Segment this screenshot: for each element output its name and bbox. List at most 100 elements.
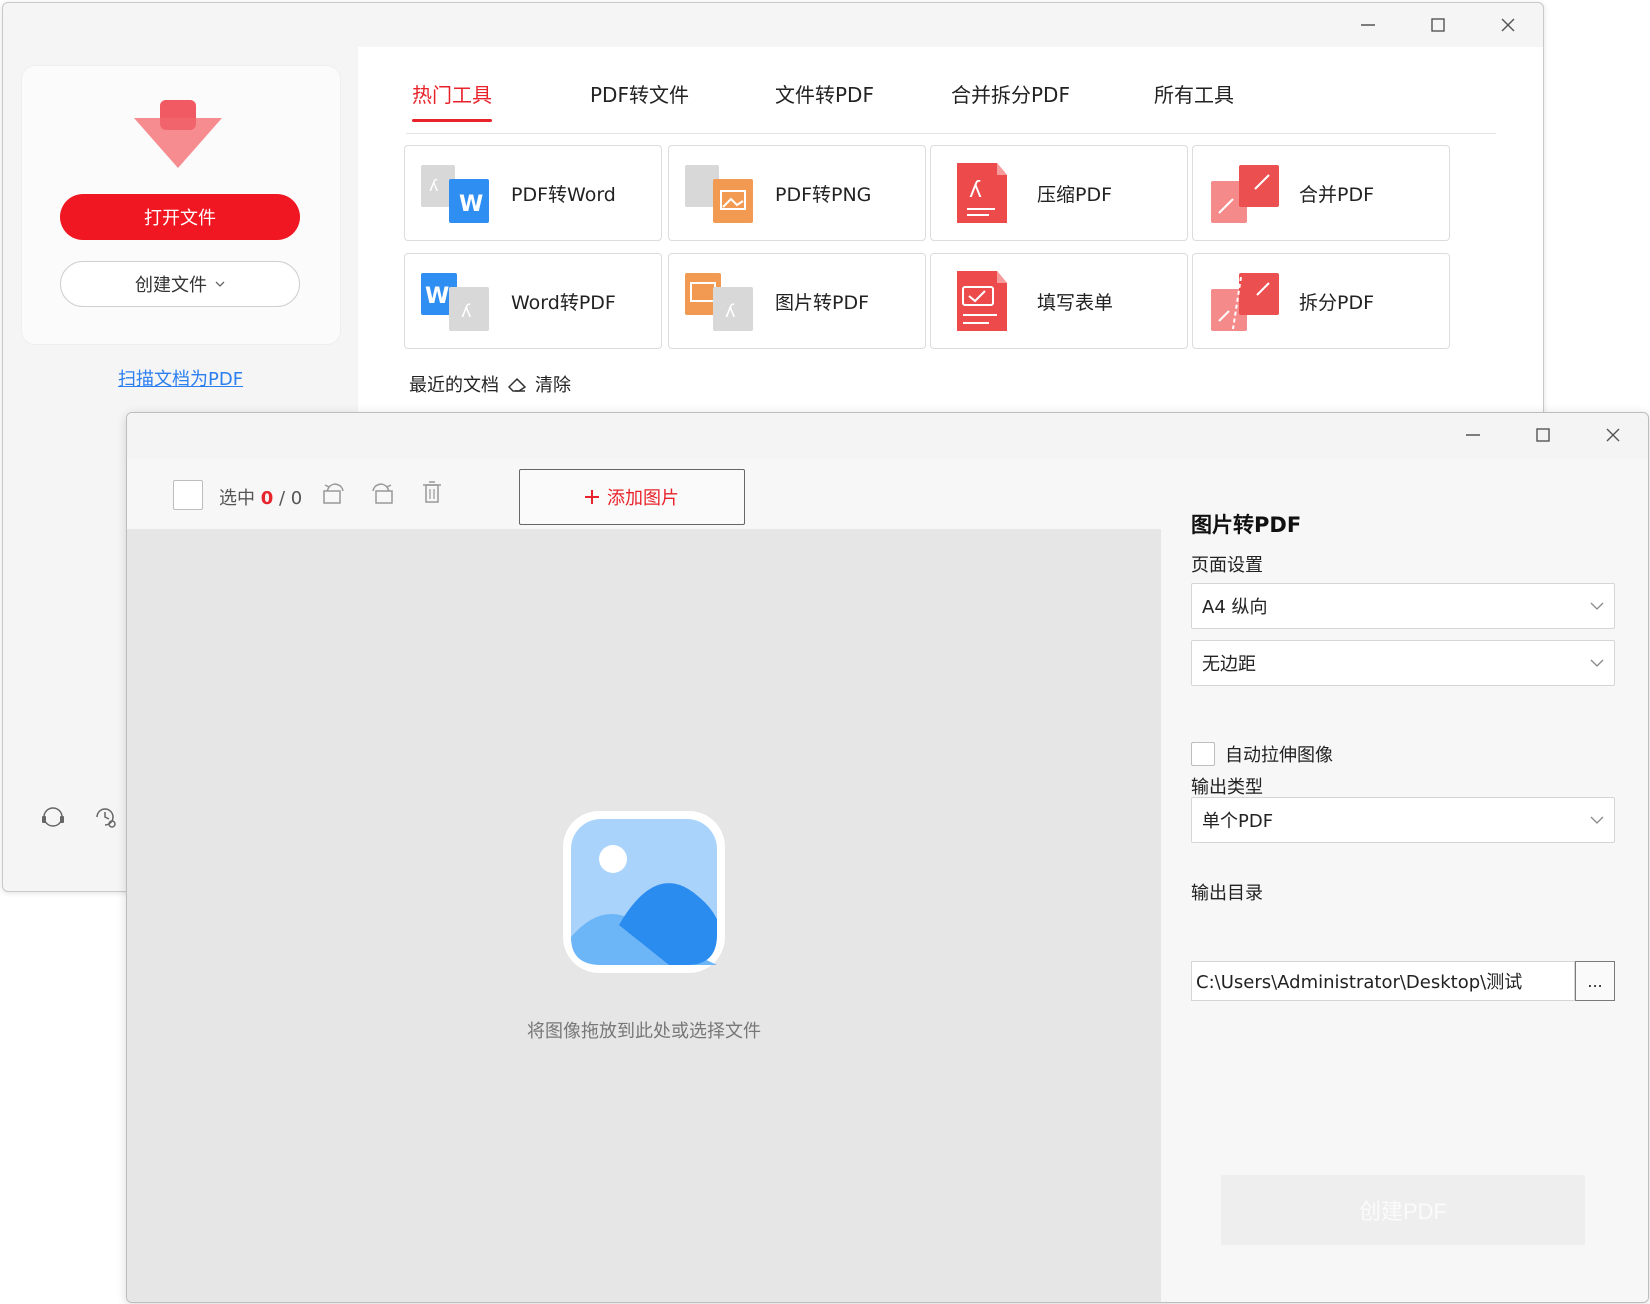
tool-image-to-pdf[interactable]: ʎ 图片转PDF [668,253,926,349]
tab-hot-tools[interactable]: 热门工具 [412,79,492,122]
maximize-icon [1536,428,1550,442]
image-toolbar: 选中 0 / 0 添加图片 [127,459,1161,529]
tab-pdf-to-file[interactable]: PDF转文件 [590,79,689,122]
support-headset-icon[interactable] [39,803,67,831]
tool-pdf-to-word[interactable]: ʎ W PDF转Word [404,145,662,241]
image-to-pdf-window: 选中 0 / 0 添加图片 将图像拖放到此处或选择文件 图片转PDF 页面设置 … [126,412,1649,1303]
page-size-value: A4 纵向 [1202,597,1268,618]
tool-compress-pdf[interactable]: ʎ 压缩PDF [930,145,1188,241]
panel-title: 图片转PDF [1191,513,1302,537]
sidebar-bottom-icons [39,803,119,831]
selection-prefix: 选中 [219,488,255,509]
image-placeholder-icon [563,811,725,973]
selection-count: 选中 0 / 0 [219,484,302,510]
tool-split-pdf[interactable]: 拆分PDF [1192,253,1450,349]
browse-button[interactable]: ... [1575,961,1615,1001]
select-all-checkbox[interactable] [173,480,203,510]
add-image-label: 添加图片 [607,488,679,509]
svg-text:ʎ: ʎ [969,178,982,203]
selected-count: 0 [260,488,274,509]
tool-label: Word转PDF [511,291,616,314]
tool-label: PDF转Word [511,183,616,206]
plus-icon [585,490,599,504]
front-close-button[interactable] [1578,413,1648,457]
minimize-button[interactable] [1333,3,1403,47]
pdf-to-word-icon: ʎ W [421,165,489,223]
settings-panel: 图片转PDF 页面设置 A4 纵向 无边距 自动拉伸图像 输出类型 单个PDF … [1161,459,1648,1302]
tool-tabs: 热门工具 PDF转文件 文件转PDF 合并拆分PDF 所有工具 [406,79,1496,134]
chevron-down-icon [1590,816,1604,824]
front-titlebar [127,413,1648,459]
window-controls [1333,3,1543,47]
output-dir-label: 输出目录 [1191,883,1263,904]
front-maximize-button[interactable] [1508,413,1578,457]
tool-label: 填写表单 [1037,291,1114,314]
page-settings-label: 页面设置 [1191,555,1263,576]
rotate-left-icon[interactable] [319,477,349,507]
front-minimize-button[interactable] [1438,413,1508,457]
recent-documents-bar: 最近的文档 清除 [409,371,571,397]
chevron-down-icon [1590,602,1604,610]
download-arrow-icon [134,100,222,168]
output-type-label: 输出类型 [1191,777,1263,798]
tab-merge-split[interactable]: 合并拆分PDF [951,79,1070,122]
margin-value: 无边距 [1202,654,1256,675]
open-file-card: 打开文件 创建文件 [21,65,341,345]
close-icon [1501,18,1515,32]
tool-label: 压缩PDF [1037,183,1113,206]
svg-text:W: W [459,192,483,217]
merge-pdf-icon [1211,165,1279,223]
chevron-down-icon [215,281,225,287]
output-type-select[interactable]: 单个PDF [1191,797,1615,843]
tab-file-to-pdf[interactable]: 文件转PDF [775,79,874,122]
minimize-icon [1361,24,1375,26]
eraser-icon[interactable] [507,375,527,393]
open-file-button[interactable]: 打开文件 [60,194,300,240]
maximize-button[interactable] [1403,3,1473,47]
tool-label: PDF转PNG [775,183,872,206]
scan-to-pdf-link[interactable]: 扫描文档为PDF [118,365,243,391]
create-file-button[interactable]: 创建文件 [60,261,300,307]
trash-icon[interactable] [417,477,447,507]
recent-documents-label: 最近的文档 [409,375,499,396]
rotate-right-icon[interactable] [367,477,397,507]
pdf-to-png-icon [685,165,753,223]
tool-word-to-pdf[interactable]: W ʎ Word转PDF [404,253,662,349]
tool-pdf-to-png[interactable]: PDF转PNG [668,145,926,241]
tool-label: 拆分PDF [1299,291,1375,314]
auto-stretch-row: 自动拉伸图像 [1191,741,1333,767]
add-image-button[interactable]: 添加图片 [519,469,745,525]
close-button[interactable] [1473,3,1543,47]
minimize-icon [1466,434,1480,436]
svg-text:W: W [425,284,449,309]
dropzone-hint: 将图像拖放到此处或选择文件 [527,1021,761,1042]
output-dir-input[interactable]: C:\Users\Administrator\Desktop\测试 [1191,961,1575,1001]
svg-text:ʎ: ʎ [461,301,472,322]
image-dropzone[interactable]: 将图像拖放到此处或选择文件 [127,529,1161,1302]
auto-stretch-checkbox[interactable] [1191,742,1215,766]
tool-fill-form[interactable]: 填写表单 [930,253,1188,349]
tool-label: 合并PDF [1299,183,1375,206]
total-count: / 0 [279,488,303,509]
create-file-label: 创建文件 [135,275,207,296]
svg-text:ʎ: ʎ [725,301,736,322]
front-window-controls [1438,413,1648,457]
page-size-select[interactable]: A4 纵向 [1191,583,1615,629]
image-to-pdf-icon: ʎ [685,273,753,331]
auto-stretch-label: 自动拉伸图像 [1225,745,1333,766]
margin-select[interactable]: 无边距 [1191,640,1615,686]
chevron-down-icon [1590,659,1604,667]
history-settings-icon[interactable] [91,803,119,831]
tool-merge-pdf[interactable]: 合并PDF [1192,145,1450,241]
compress-pdf-icon: ʎ [957,163,1007,223]
create-pdf-button[interactable]: 创建PDF [1221,1175,1585,1245]
tab-all-tools[interactable]: 所有工具 [1154,79,1234,122]
svg-text:ʎ: ʎ [429,176,438,195]
clear-recent-button[interactable]: 清除 [535,371,571,397]
maximize-icon [1431,18,1445,32]
close-icon [1606,428,1620,442]
output-type-value: 单个PDF [1202,811,1274,832]
split-pdf-icon [1211,273,1279,331]
tool-label: 图片转PDF [775,291,870,314]
word-to-pdf-icon: W ʎ [421,273,489,331]
